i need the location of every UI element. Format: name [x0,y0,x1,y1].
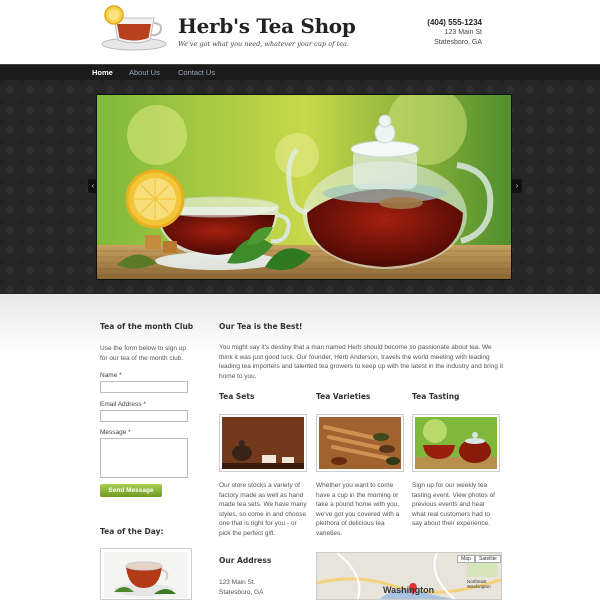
map-view-button[interactable]: Map [457,555,475,563]
map-area-label: Northeast Washington [467,579,491,589]
nav-home[interactable]: Home [92,68,113,77]
nav-about-us[interactable]: About Us [129,68,160,77]
tea-photo-illustration [97,95,511,279]
col-title-tea-sets: Tea Sets [219,392,255,401]
col-title-tea-varieties: Tea Varieties [316,392,371,401]
email-label: Email Address * [100,401,146,408]
tea-varieties-text: Whether you want to come have a cup in t… [316,482,400,537]
club-description: Use the form below to sign up for our te… [100,345,186,362]
brand: Herb's Tea Shop We've got what you need,… [178,14,356,48]
phone-number: (404) 555-1234 [427,18,482,27]
header-contact: (404) 555-1234 123 Main St Statesboro, G… [427,18,482,48]
site-header: Herb's Tea Shop We've got what you need,… [0,0,600,64]
name-input[interactable] [100,381,188,393]
hero-slide-image [96,94,512,280]
address-title: Our Address [219,556,272,565]
satellite-view-button[interactable]: Satellite [475,555,501,563]
address-line2: Statesboro, GA [219,589,264,596]
send-message-button[interactable]: Send Message [100,484,162,497]
hero-section: ‹ › [0,80,600,294]
address-line1: 123 Main St. [219,579,256,586]
chevron-right-icon[interactable]: › [512,179,522,193]
message-textarea[interactable] [100,438,188,478]
message-label: Message * [100,429,131,436]
header-address-line1: 123 Main St [444,29,482,36]
main-intro: You might say it's destiny that a man na… [219,344,504,380]
nav-contact-us[interactable]: Contact Us [178,68,215,77]
brand-name[interactable]: Herb's Tea Shop [178,14,356,38]
tea-sets-image[interactable] [219,414,307,472]
tagline: We've got what you need, whatever your c… [178,40,349,48]
tea-tasting-image[interactable] [412,414,500,472]
email-input[interactable] [100,410,188,422]
main-nav: Home About Us Contact Us [0,64,600,80]
tea-sets-text: Our store stocks a variety of factory ma… [219,482,307,537]
map-city-label: Washington [383,585,435,595]
tea-of-day-image[interactable] [100,548,192,600]
header-address-line2: Statesboro, GA [434,39,482,46]
tea-tasting-text: Sign up for our weekly tea tasting event… [412,482,495,527]
name-label: Name * [100,372,122,379]
tea-of-day-title: Tea of the Day: [100,527,164,536]
col-title-tea-tasting: Tea Tasting [412,392,460,401]
club-title: Tea of the month Club [100,322,194,331]
teacup-logo-icon[interactable] [100,4,170,52]
tea-varieties-image[interactable] [316,414,404,472]
location-map[interactable]: Map Satellite Washington Northeast Washi… [316,552,502,600]
main-title: Our Tea is the Best! [219,322,303,331]
